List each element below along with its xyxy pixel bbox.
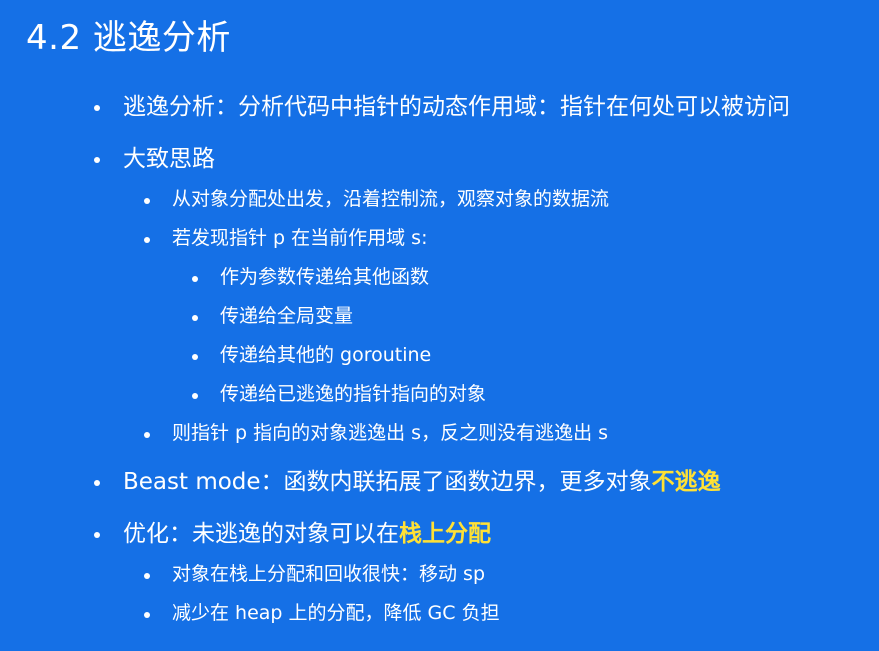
bullet-icon [192, 393, 198, 399]
bullet-text: 从对象分配处出发，沿着控制流，观察对象的数据流 [172, 188, 610, 210]
bullet-text: 减少在 heap 上的分配，降低 GC 负担 [172, 602, 500, 624]
bullet-stack-alloc-fast: 对象在栈上分配和回收很快：移动 sp [172, 563, 485, 587]
bullet-icon [144, 573, 150, 579]
bullet-optimization: 优化：未逃逸的对象可以在栈上分配 [123, 520, 491, 549]
highlight-text: 栈上分配 [399, 521, 491, 547]
bullet-if-pointer-found: 若发现指针 p 在当前作用域 s: [172, 227, 427, 251]
bullet-passed-to-escaped-object: 传递给已逃逸的指针指向的对象 [220, 383, 486, 407]
bullet-text: 传递给已逃逸的指针指向的对象 [220, 383, 487, 405]
bullet-icon [94, 532, 100, 538]
bullet-general-idea: 大致思路 [123, 145, 215, 174]
bullet-passed-to-global: 传递给全局变量 [220, 305, 353, 329]
bullet-icon [144, 432, 150, 438]
bullet-icon [94, 480, 100, 486]
bullet-text: Beast mode：函数内联拓展了函数边界，更多对象 [123, 469, 652, 495]
bullet-text: 传递给全局变量 [220, 305, 354, 327]
bullet-escape-analysis: 逃逸分析：分析代码中指针的动态作用域：指针在何处可以被访问 [123, 93, 790, 122]
bullet-text: 逃逸分析：分析代码中指针的动态作用域：指针在何处可以被访问 [123, 94, 790, 120]
highlight-text: 不逃逸 [651, 469, 721, 495]
bullet-text: 作为参数传递给其他函数 [220, 266, 430, 288]
bullet-icon [144, 198, 150, 204]
bullet-passed-as-argument: 作为参数传递给其他函数 [220, 266, 429, 290]
bullet-observe-dataflow: 从对象分配处出发，沿着控制流，观察对象的数据流 [172, 188, 609, 212]
bullet-reduce-heap-alloc: 减少在 heap 上的分配，降低 GC 负担 [172, 602, 500, 626]
bullet-text: 优化：未逃逸的对象可以在 [123, 521, 399, 547]
bullet-icon [94, 105, 100, 111]
bullet-text: 传递给其他的 goroutine [220, 344, 432, 366]
bullet-icon [192, 315, 198, 321]
bullet-escape-conclusion: 则指针 p 指向的对象逃逸出 s，反之则没有逃逸出 s [172, 422, 608, 446]
bullet-text: 对象在栈上分配和回收很快：移动 sp [172, 563, 485, 585]
bullet-passed-to-goroutine: 传递给其他的 goroutine [220, 344, 431, 368]
slide: 4.2 逃逸分析 逃逸分析：分析代码中指针的动态作用域：指针在何处可以被访问 大… [0, 0, 879, 651]
bullet-text: 大致思路 [123, 146, 215, 172]
bullet-icon [192, 276, 198, 282]
slide-title: 4.2 逃逸分析 [26, 18, 231, 58]
bullet-text: 若发现指针 p 在当前作用域 s: [172, 227, 428, 249]
bullet-icon [94, 157, 100, 163]
bullet-text: 则指针 p 指向的对象逃逸出 s，反之则没有逃逸出 s [172, 422, 609, 444]
bullet-icon [144, 237, 150, 243]
bullet-beast-mode: Beast mode：函数内联拓展了函数边界，更多对象不逃逸 [123, 468, 721, 497]
bullet-icon [192, 354, 198, 360]
bullet-icon [144, 612, 150, 618]
